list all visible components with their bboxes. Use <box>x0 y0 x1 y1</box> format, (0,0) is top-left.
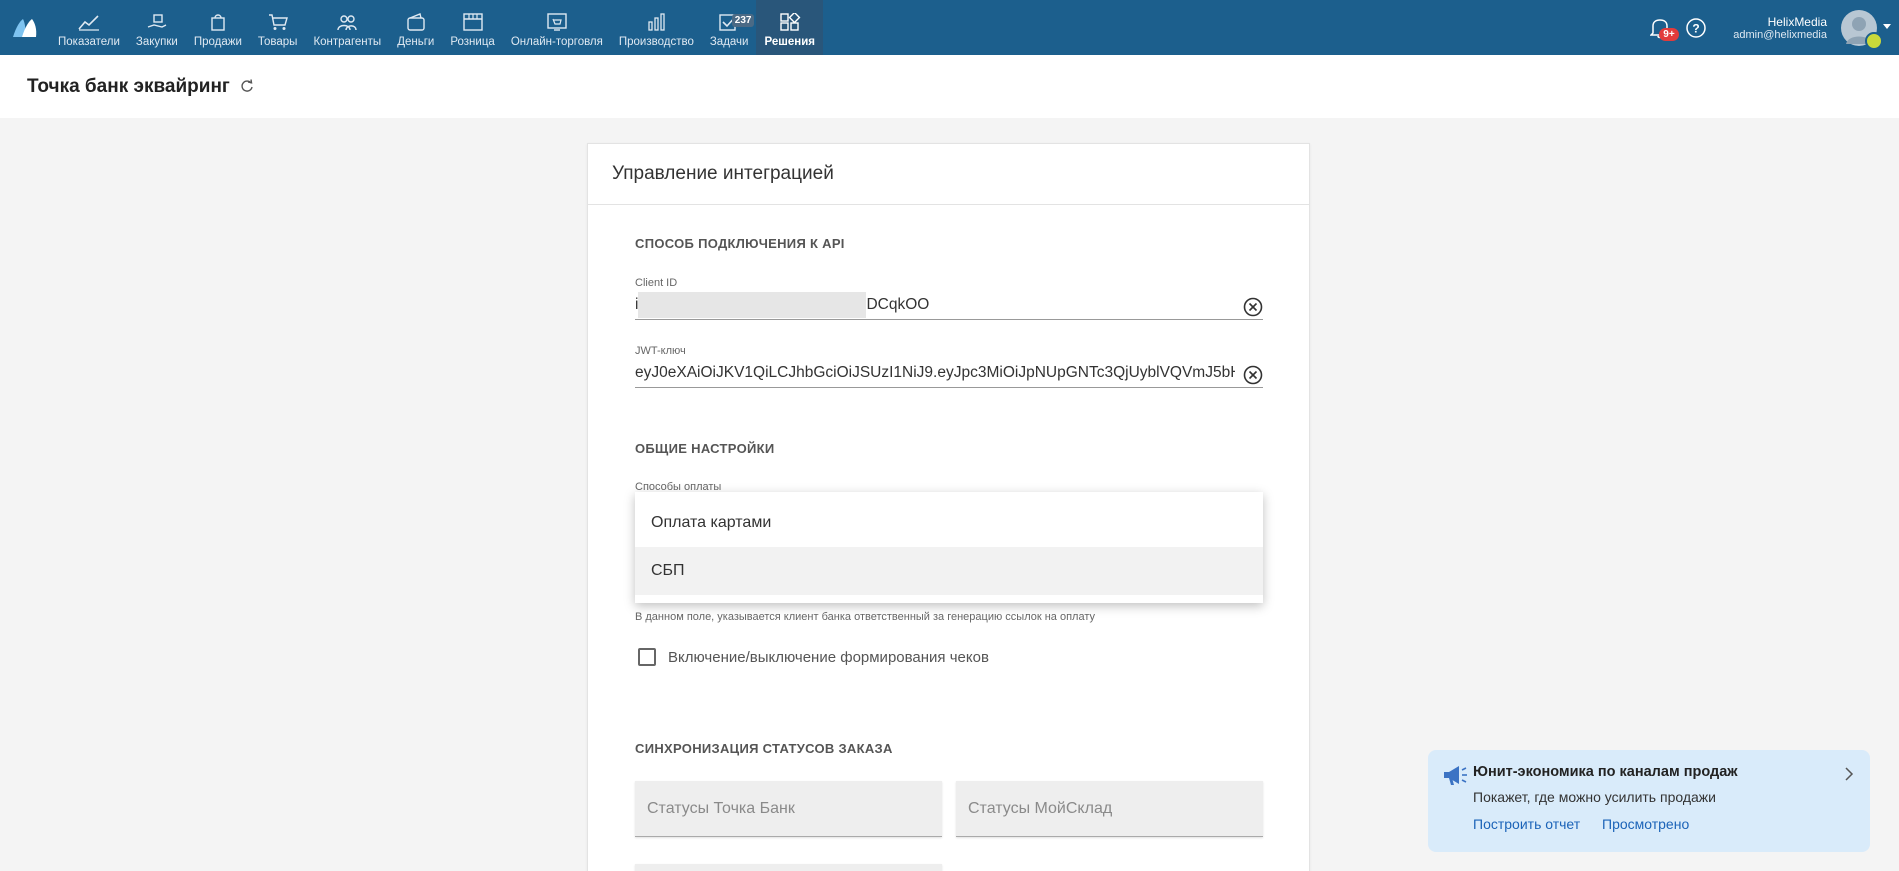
notifications-button[interactable]: 9+ <box>1645 13 1679 43</box>
user-email: admin@helixmedia <box>1733 28 1827 41</box>
nav-item-indicators[interactable]: Показатели <box>50 0 128 55</box>
payment-methods-dropdown: Оплата картами СБП <box>635 492 1263 603</box>
nav-item-online-trade[interactable]: Онлайн-торговля <box>503 0 611 55</box>
header-right: 9+ ? HelixMedia admin@helixmedia <box>1645 0 1899 55</box>
nav-item-money[interactable]: Деньги <box>389 0 442 55</box>
page-title-bar: Точка банк эквайринг <box>0 55 1899 118</box>
nav-item-production[interactable]: Производство <box>611 0 702 55</box>
toast-title: Юнит-экономика по каналам продаж <box>1473 764 1738 780</box>
chevron-right-icon[interactable] <box>1844 766 1854 782</box>
megaphone-icon <box>1444 766 1467 785</box>
general-section-title: ОБЩИЕ НАСТРОЙКИ <box>635 441 775 456</box>
jwt-key-field[interactable]: eyJ0eXAiOiJKV1QiLCJhbGciOiJSUzI1NiJ9.eyJ… <box>635 358 1263 388</box>
notifications-badge: 9+ <box>1659 27 1679 41</box>
nav-item-purchases[interactable]: Закупки <box>128 0 186 55</box>
top-navigation-bar: Показатели Закупки Продажи Товары Контра… <box>0 0 1899 55</box>
nav-label: Производство <box>618 36 694 48</box>
nav-item-solutions[interactable]: Решения <box>756 0 823 55</box>
nav-item-sales[interactable]: Продажи <box>186 0 250 55</box>
toast-text: Покажет, где можно усилить продажи <box>1473 789 1716 805</box>
hand-box-icon <box>147 14 167 28</box>
promo-toast: Юнит-экономика по каналам продаж Покажет… <box>1428 750 1870 852</box>
client-id-field[interactable]: i DCqkOO <box>635 290 1263 320</box>
nav-label: Онлайн-торговля <box>510 36 603 48</box>
nav-item-retail[interactable]: Розница <box>442 0 502 55</box>
nav-label: Деньги <box>397 36 435 48</box>
redacted-block <box>638 291 867 318</box>
nav-label: Решения <box>764 36 815 48</box>
chevron-down-icon[interactable] <box>1883 24 1891 29</box>
receipts-toggle[interactable]: Включение/выключение формирования чеков <box>638 648 989 666</box>
online-store-icon <box>547 13 567 31</box>
clear-icon[interactable] <box>1243 365 1263 385</box>
user-info[interactable]: HelixMedia admin@helixmedia <box>1733 15 1827 41</box>
card-title: Управление интеграцией <box>588 144 1309 205</box>
shopping-bag-icon <box>211 14 225 31</box>
nav-label: Закупки <box>135 36 178 48</box>
svg-text:?: ? <box>1693 21 1700 35</box>
bar-chart-icon <box>648 13 666 31</box>
main-nav: Показатели Закупки Продажи Товары Контра… <box>50 0 823 55</box>
app-logo[interactable] <box>0 0 50 55</box>
nav-label: Розница <box>450 36 495 48</box>
clear-icon[interactable] <box>1243 297 1263 317</box>
cart-icon <box>268 14 288 30</box>
client-id-label: Client ID <box>635 277 678 289</box>
client-id-value: i DCqkOO <box>635 291 1263 318</box>
mark-viewed-link[interactable]: Просмотрено <box>1602 816 1689 832</box>
store-icon <box>462 13 483 31</box>
nav-label: Задачи <box>709 36 749 48</box>
avatar[interactable] <box>1841 9 1883 50</box>
page-title: Точка банк эквайринг <box>27 75 230 97</box>
status-row-field[interactable] <box>635 864 942 871</box>
refresh-icon[interactable] <box>240 78 254 93</box>
build-report-link[interactable]: Построить отчет <box>1473 816 1580 832</box>
option-sbp[interactable]: СБП <box>635 547 1263 595</box>
payment-methods-hint: В данном поле, указывается клиент банка … <box>635 611 1095 623</box>
option-card-payment[interactable]: Оплата картами <box>635 499 1263 547</box>
receipts-checkbox-label: Включение/выключение формирования чеков <box>668 648 989 666</box>
nav-label: Показатели <box>58 36 120 48</box>
nav-item-products[interactable]: Товары <box>250 0 306 55</box>
nav-label: Товары <box>257 36 298 48</box>
sync-section-title: СИНХРОНИЗАЦИЯ СТАТУСОВ ЗАКАЗА <box>635 741 893 756</box>
tasks-count-badge: 237 <box>731 14 755 27</box>
nav-item-counterparties[interactable]: Контрагенты <box>305 0 389 55</box>
moysklad-statuses-select[interactable]: Статусы МойСклад <box>956 781 1263 837</box>
account-mini-avatar <box>1865 31 1883 50</box>
user-name: HelixMedia <box>1767 14 1827 29</box>
people-icon <box>337 15 358 31</box>
logo-icon <box>13 18 37 37</box>
nav-label: Продажи <box>193 36 242 48</box>
help-icon[interactable]: ? <box>1685 17 1707 39</box>
receipts-checkbox[interactable] <box>638 648 656 666</box>
apps-grid-icon <box>780 13 801 31</box>
bank-statuses-select[interactable]: Статусы Точка Банк <box>635 781 942 837</box>
api-section-title: СПОСОБ ПОДКЛЮЧЕНИЯ К API <box>635 236 845 251</box>
chart-line-icon <box>78 15 99 31</box>
jwt-key-label: JWT-ключ <box>635 345 686 357</box>
nav-item-tasks[interactable]: Задачи 237 <box>702 0 757 55</box>
wallet-icon <box>407 13 425 31</box>
jwt-key-value: eyJ0eXAiOiJKV1QiLCJhbGciOiJSUzI1NiJ9.eyJ… <box>635 363 1235 381</box>
nav-label: Контрагенты <box>313 36 382 48</box>
